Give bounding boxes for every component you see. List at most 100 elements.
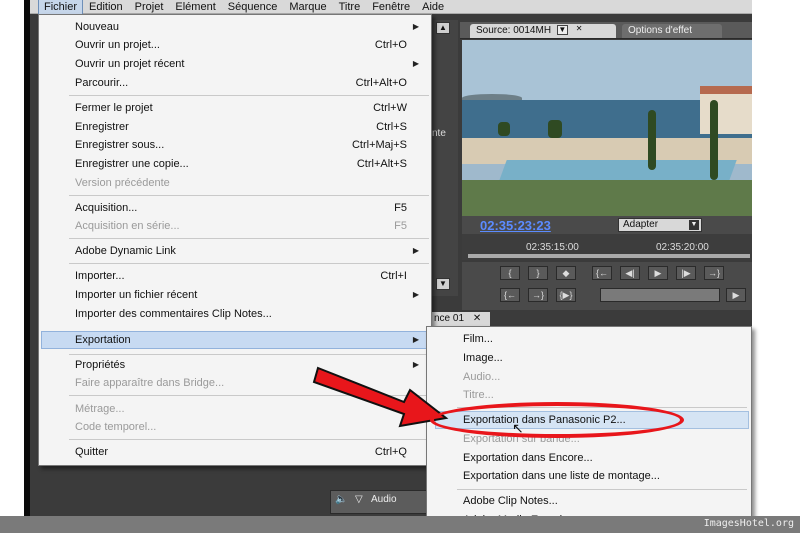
output-icon[interactable]: ▶ (726, 288, 746, 302)
watermark: ImagesHotel.org (703, 518, 794, 529)
menubar: Fichier Edition Projet Elément Séquence … (30, 0, 752, 15)
menu-item-importer[interactable]: Importer... (75, 268, 125, 284)
close-icon[interactable]: ✕ (473, 313, 481, 324)
menu-shortcut: Ctrl+O (374, 39, 407, 51)
menu-marque[interactable]: Marque (283, 0, 332, 14)
mark-in-icon[interactable]: { (500, 266, 520, 280)
menu-item-enregistrer-copie[interactable]: Enregistrer une copie... (75, 156, 189, 172)
tab-source[interactable]: Source: 0014MH ▼ ✕ (470, 24, 616, 38)
scene-garden (462, 180, 752, 216)
menu-shortcut: F5 (394, 220, 407, 232)
menu-item-nouveau[interactable]: Nouveau (75, 19, 119, 35)
play-icon[interactable]: ▶ (648, 266, 668, 280)
bottom-bar: ImagesHotel.org (0, 516, 800, 533)
menu-separator (69, 238, 429, 239)
close-icon[interactable]: ✕ (574, 25, 585, 35)
menu-shortcut: Ctrl+W (373, 102, 407, 114)
red-arrow-icon (312, 366, 449, 428)
red-highlight-ellipse (430, 402, 684, 438)
chevron-down-icon: ▼ (689, 220, 699, 230)
ruler-label: 02:35:15:00 (526, 242, 579, 253)
go-to-out-icon[interactable]: →} (704, 266, 724, 280)
menu-item-quitter[interactable]: Quitter (75, 444, 108, 460)
submenu-item-export-liste-montage[interactable]: Exportation dans une liste de montage... (463, 468, 660, 484)
menu-separator (69, 263, 429, 264)
menu-aide[interactable]: Aide (416, 0, 450, 14)
menu-shortcut: Ctrl+Alt+O (355, 77, 407, 89)
source-timecode-row: 02:35:23:23 Adapter ▼ (462, 216, 752, 234)
step-forward-icon[interactable]: |▶ (676, 266, 696, 280)
scroll-down-arrow[interactable]: ▼ (436, 278, 450, 290)
menu-element[interactable]: Elément (169, 0, 221, 14)
tab-source-label: Source: 0014MH (476, 25, 552, 36)
menu-item-importer-clip-notes[interactable]: Importer des commentaires Clip Notes... (75, 306, 272, 322)
menu-projet[interactable]: Projet (129, 0, 170, 14)
scroll-up-arrow[interactable]: ▲ (436, 22, 450, 34)
menu-item-code-temporel: Code temporel... (75, 421, 157, 433)
submenu-item-export-encore[interactable]: Exportation dans Encore... (463, 450, 593, 466)
menu-sequence[interactable]: Séquence (222, 0, 284, 14)
menu-shortcut: Ctrl+Q (374, 446, 407, 458)
menu-separator (69, 439, 429, 440)
source-tab-strip: Source: 0014MH ▼ ✕ Options d'effet (460, 22, 752, 39)
tab-sequence[interactable]: nce 01 ✕ (430, 312, 490, 326)
menu-separator (69, 354, 429, 355)
menu-fichier[interactable]: Fichier (38, 0, 84, 15)
current-timecode[interactable]: 02:35:23:23 (480, 218, 551, 233)
submenu-arrow-icon: ▶ (412, 59, 419, 68)
menu-shortcut: F5 (394, 202, 407, 214)
menu-item-version-precedente: Version précédente (75, 177, 170, 189)
speaker-icon[interactable]: 🔈 (335, 494, 347, 505)
menu-fenetre[interactable]: Fenêtre (366, 0, 416, 14)
marker-icon[interactable]: ◆ (556, 266, 576, 280)
scene-cypress-tree (710, 100, 718, 180)
play-in-out-icon[interactable]: {▶} (556, 288, 576, 302)
step-back-icon[interactable]: ◀| (620, 266, 640, 280)
goto-prev-icon[interactable]: {← (500, 288, 520, 302)
ruler-scale (468, 254, 750, 258)
menu-shortcut: Ctrl+S (376, 121, 407, 133)
menu-separator (69, 95, 429, 96)
source-monitor-video (462, 40, 752, 216)
submenu-item-image[interactable]: Image... (463, 350, 503, 366)
submenu-item-clip-notes[interactable]: Adobe Clip Notes... (463, 493, 558, 509)
ruler-label: 02:35:20:00 (656, 242, 709, 253)
chevron-down-icon[interactable]: ▽ (355, 494, 363, 505)
goto-next-icon[interactable]: →} (528, 288, 548, 302)
chevron-down-icon[interactable]: ▼ (556, 25, 568, 36)
menu-item-enregistrer-sous[interactable]: Enregistrer sous... (75, 137, 164, 153)
audio-track-header: 🔈 ▽ Audio (330, 490, 430, 514)
transport-controls: { } ◆ {← ◀| ▶ |▶ →} {← →} {▶} ▶ (462, 262, 752, 310)
tab-effect-options[interactable]: Options d'effet (622, 24, 722, 38)
menu-item-importer-recent[interactable]: Importer un fichier récent (75, 287, 197, 303)
menu-item-exportation[interactable]: Exportation (75, 332, 131, 348)
jog-shuttle[interactable] (600, 288, 720, 302)
time-ruler[interactable]: 02:35:15:00 02:35:20:00 (462, 234, 752, 260)
menu-item-metrage: Métrage... (75, 403, 125, 415)
menu-item-dynamic-link[interactable]: Adobe Dynamic Link (75, 243, 176, 259)
menu-item-proprietes[interactable]: Propriétés (75, 357, 125, 373)
mouse-cursor-icon: ↖ (512, 420, 524, 436)
submenu-arrow-icon: ▶ (412, 290, 419, 299)
menu-item-ouvrir-projet[interactable]: Ouvrir un projet... (75, 37, 160, 53)
menu-item-acquisition[interactable]: Acquisition... (75, 200, 137, 216)
menu-item-ouvrir-recent[interactable]: Ouvrir un projet récent (75, 56, 184, 72)
scene-palm-tree (648, 110, 656, 170)
submenu-arrow-icon: ▶ (412, 22, 419, 31)
menu-titre[interactable]: Titre (333, 0, 367, 14)
menu-edition[interactable]: Edition (83, 0, 129, 14)
submenu-arrow-icon: ▶ (412, 335, 419, 344)
scene-tree (548, 120, 562, 138)
menu-item-enregistrer[interactable]: Enregistrer (75, 119, 129, 135)
menu-item-fermer-projet[interactable]: Fermer le projet (75, 100, 153, 116)
menu-shortcut: Ctrl+Alt+S (356, 158, 407, 170)
scene-villa (700, 86, 752, 134)
fit-select[interactable]: Adapter ▼ (618, 218, 702, 232)
submenu-item-film[interactable]: Film... (463, 331, 493, 347)
menu-item-parcourir[interactable]: Parcourir... (75, 75, 128, 91)
panel-scroll-column: ▲ nte ▼ (430, 20, 458, 296)
go-to-in-icon[interactable]: {← (592, 266, 612, 280)
menu-separator (457, 489, 747, 490)
submenu-item-titre: Titre... (463, 389, 494, 401)
mark-out-icon[interactable]: } (528, 266, 548, 280)
